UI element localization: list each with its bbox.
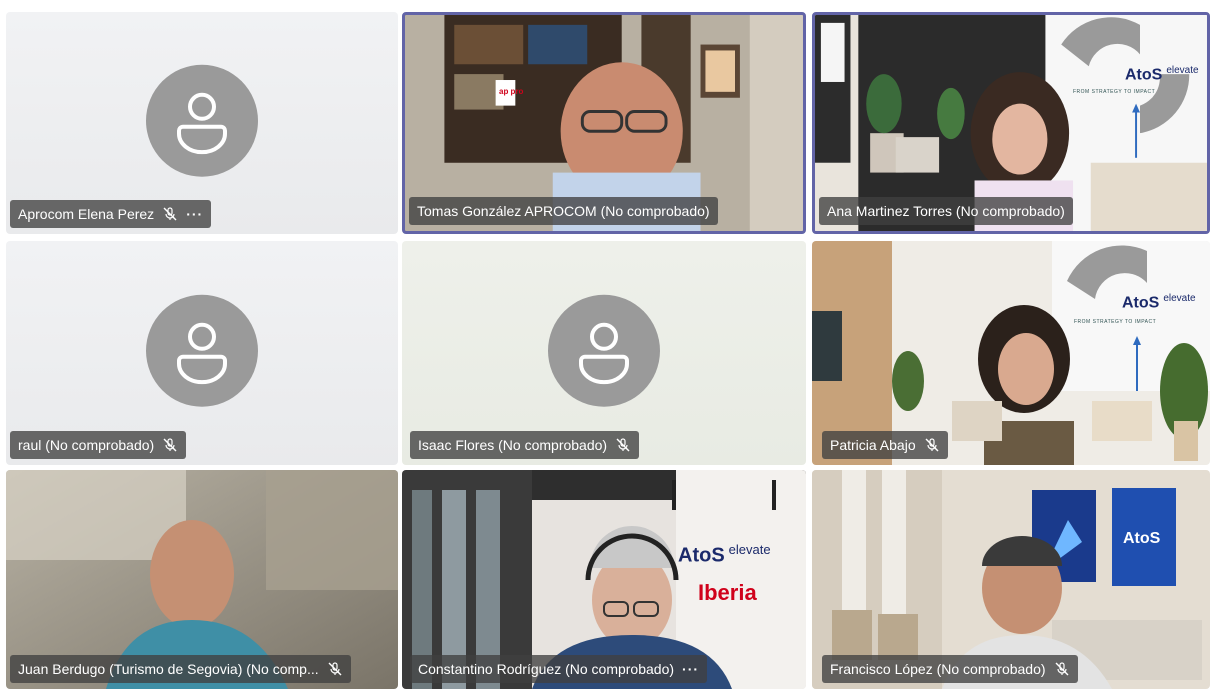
elevate-wordmark: elevate (1163, 293, 1196, 304)
participant-nameplate: Francisco López (No comprobado) (822, 655, 1078, 683)
atos-wordmark: AtoS (678, 544, 725, 567)
mic-off-icon[interactable] (615, 437, 631, 453)
participant-tile-3[interactable]: AtoS elevate FROM STRATEGY TO IMPACT Ana … (812, 12, 1210, 234)
mic-off-icon[interactable] (162, 437, 178, 453)
participant-tile-8[interactable]: AtoS elevate Iberia Constantino Rodríguez… (402, 470, 806, 689)
participant-name: Francisco López (No comprobado) (830, 661, 1046, 677)
more-options-icon[interactable]: ··· (682, 655, 699, 683)
participant-name: raul (No comprobado) (18, 437, 155, 453)
participant-tile-2[interactable]: ap pro Tomas González APROCOM (No compro… (402, 12, 806, 234)
participant-nameplate: Tomas González APROCOM (No comprobado) (409, 197, 718, 225)
participant-nameplate: Juan Berdugo (Turismo de Segovia) (No co… (10, 655, 351, 683)
participant-tile-6[interactable]: AtoS elevate FROM STRATEGY TO IMPACT Patr… (812, 241, 1210, 465)
avatar (146, 64, 258, 177)
participant-nameplate: Aprocom Elena Perez ··· (10, 200, 212, 228)
participant-nameplate: raul (No comprobado) (10, 431, 187, 459)
mic-off-icon[interactable] (162, 206, 178, 222)
participant-nameplate: Patricia Abajo (822, 431, 948, 459)
person-placeholder-icon (177, 322, 227, 385)
mic-off-icon[interactable] (327, 661, 343, 677)
atos-wordmark: AtoS (1125, 66, 1163, 84)
avatar (548, 294, 660, 407)
atos-logo: AtoS (1123, 530, 1161, 547)
participant-nameplate: Ana Martinez Torres (No comprobado) (819, 197, 1073, 225)
participant-tile-5[interactable]: Isaac Flores (No comprobado) (402, 241, 806, 465)
participant-tile-7[interactable]: Juan Berdugo (Turismo de Segovia) (No co… (6, 470, 398, 689)
video-grid: Aprocom Elena Perez ··· ap pro Tomas Gon… (0, 0, 1210, 689)
atos-logo: AtoS elevate (1125, 65, 1199, 84)
avatar (146, 294, 258, 407)
elevate-wordmark: elevate (728, 542, 771, 557)
book-badge: ap pro (499, 87, 524, 96)
atos-logo: AtoS elevate (678, 542, 771, 568)
mic-off-icon[interactable] (924, 437, 940, 453)
participant-tile-9[interactable]: AtoS Francisco López (No comprobado) (812, 470, 1210, 689)
elevate-wordmark: elevate (1166, 65, 1199, 76)
participant-name: Aprocom Elena Perez (18, 206, 155, 222)
tagline: FROM STRATEGY TO IMPACT (1074, 319, 1157, 325)
participant-name: Isaac Flores (No comprobado) (418, 437, 608, 453)
atos-logo: AtoS elevate (1122, 293, 1196, 312)
participant-nameplate: Constantino Rodríguez (No comprobado) ··… (410, 655, 708, 683)
person-placeholder-icon (177, 92, 227, 155)
iberia-logo: Iberia (698, 580, 757, 605)
participant-nameplate: Isaac Flores (No comprobado) (410, 431, 640, 459)
participant-tile-4[interactable]: raul (No comprobado) (6, 241, 398, 465)
participant-name: Constantino Rodríguez (No comprobado) (418, 661, 675, 677)
tagline: FROM STRATEGY TO IMPACT (1073, 89, 1156, 95)
participant-name: Patricia Abajo (830, 437, 916, 453)
atos-wordmark: AtoS (1122, 294, 1160, 312)
more-options-icon[interactable]: ··· (186, 200, 203, 228)
participant-name: Ana Martinez Torres (No comprobado) (827, 203, 1065, 219)
participant-name: Juan Berdugo (Turismo de Segovia) (No co… (18, 661, 319, 677)
participant-name: Tomas González APROCOM (No comprobado) (417, 203, 710, 219)
person-placeholder-icon (579, 322, 629, 385)
participant-tile-1[interactable]: Aprocom Elena Perez ··· (6, 12, 398, 234)
mic-off-icon[interactable] (1054, 661, 1070, 677)
